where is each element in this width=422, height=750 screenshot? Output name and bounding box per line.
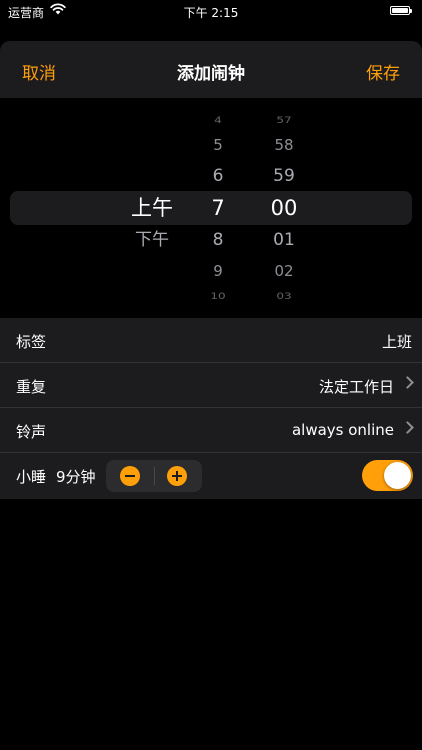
minute-option[interactable]: 57 <box>262 116 306 124</box>
hour-option[interactable]: 5 <box>200 137 236 153</box>
ampm-option[interactable]: 下午 <box>120 231 184 249</box>
label-row-value: 上班 <box>381 333 412 351</box>
minute-option[interactable]: 02 <box>262 263 306 279</box>
battery-icon <box>390 6 412 15</box>
sound-row-value: always online <box>291 421 394 439</box>
alarm-settings-list: 标签 上班 重复 法定工作日 铃声 always online 小睡 9分钟 <box>0 318 422 499</box>
label-row-title: 标签 <box>16 333 47 351</box>
repeat-row-value: 法定工作日 <box>318 378 394 396</box>
minute-option[interactable]: 00 <box>262 197 306 219</box>
snooze-duration: 9分钟 <box>56 468 96 486</box>
hour-option[interactable]: 9 <box>200 263 236 279</box>
chevron-right-icon <box>401 376 414 389</box>
stepper-divider <box>154 467 155 485</box>
hour-option[interactable]: 4 <box>200 116 236 124</box>
hour-option[interactable]: 8 <box>200 231 236 249</box>
nav-bar: 取消 添加闹钟 保存 <box>0 41 422 98</box>
hour-option[interactable]: 7 <box>200 197 236 219</box>
repeat-row[interactable]: 重复 法定工作日 <box>0 363 422 408</box>
snooze-toggle[interactable] <box>362 460 413 491</box>
label-row[interactable]: 标签 上班 <box>0 318 422 363</box>
plus-circle-icon[interactable] <box>167 466 187 486</box>
snooze-row: 小睡 9分钟 <box>0 453 422 499</box>
ampm-option[interactable]: 上午 <box>120 197 184 219</box>
add-alarm-sheet: 取消 添加闹钟 保存 上午 下午 4 5 6 7 8 9 10 57 58 59 00 01 02 03 … <box>0 41 422 750</box>
snooze-stepper <box>106 460 202 492</box>
minute-option[interactable]: 58 <box>262 137 306 153</box>
hour-option[interactable]: 10 <box>200 292 236 300</box>
save-button[interactable]: 保存 <box>366 59 400 84</box>
hour-option[interactable]: 6 <box>200 167 236 185</box>
sound-row-title: 铃声 <box>16 423 47 441</box>
minus-circle-icon[interactable] <box>120 466 140 486</box>
minute-option[interactable]: 01 <box>262 231 306 249</box>
status-time: 下午 2:15 <box>183 6 239 20</box>
chevron-right-icon <box>401 421 414 434</box>
snooze-row-title: 小睡 <box>16 468 47 486</box>
sound-row[interactable]: 铃声 always online <box>0 408 422 453</box>
time-picker: 上午下午 4 5 6 7 8 9 10 57 58 59 00 01 02 03 <box>0 98 422 318</box>
status-bar: 运营商 下午 2:15 <box>0 0 422 22</box>
repeat-row-title: 重复 <box>16 378 47 396</box>
toggle-knob <box>384 462 411 489</box>
minute-option[interactable]: 03 <box>262 292 306 300</box>
page-title: 添加闹钟 <box>177 64 245 84</box>
minute-option[interactable]: 59 <box>262 167 306 185</box>
